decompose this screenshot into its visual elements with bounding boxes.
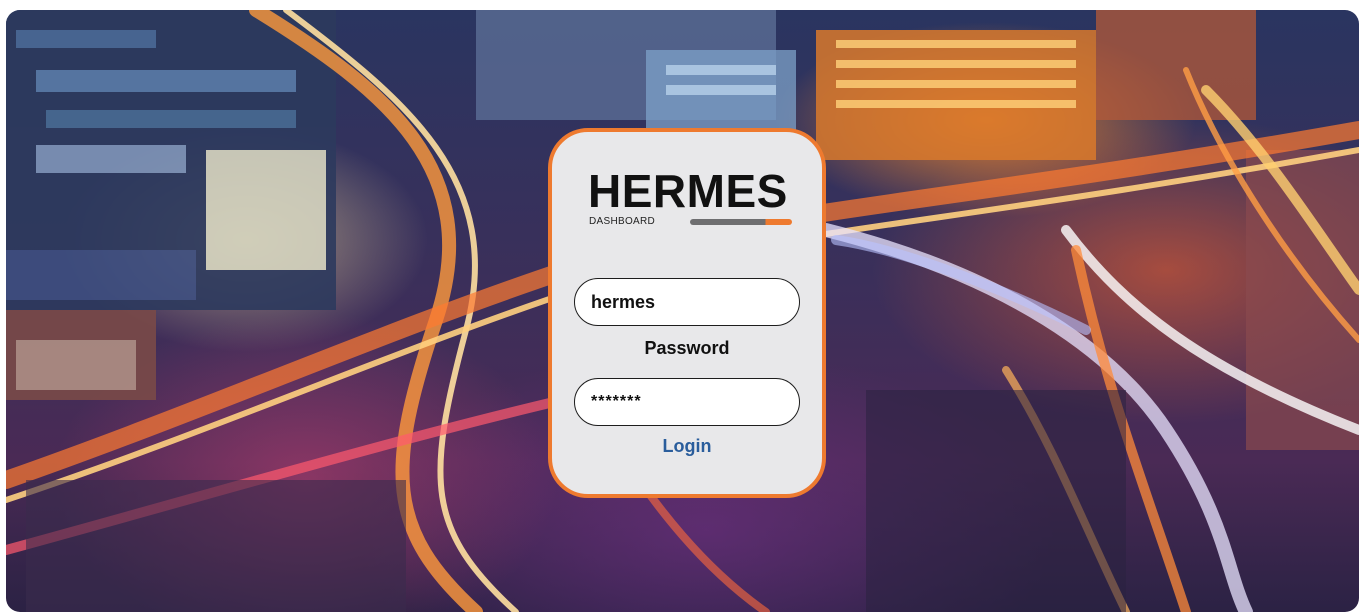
username-input[interactable] — [574, 278, 800, 326]
brand-logo: HERMES DASHBOARD — [588, 168, 798, 232]
brand-accent-bar — [690, 219, 792, 225]
password-label: Password — [644, 338, 730, 358]
brand-title: HERMES — [588, 165, 788, 217]
brand-subtitle: DASHBOARD — [589, 216, 656, 227]
login-card: HERMES DASHBOARD Password Login — [548, 128, 826, 498]
login-button[interactable]: Login — [552, 436, 822, 457]
password-input[interactable] — [574, 378, 800, 426]
